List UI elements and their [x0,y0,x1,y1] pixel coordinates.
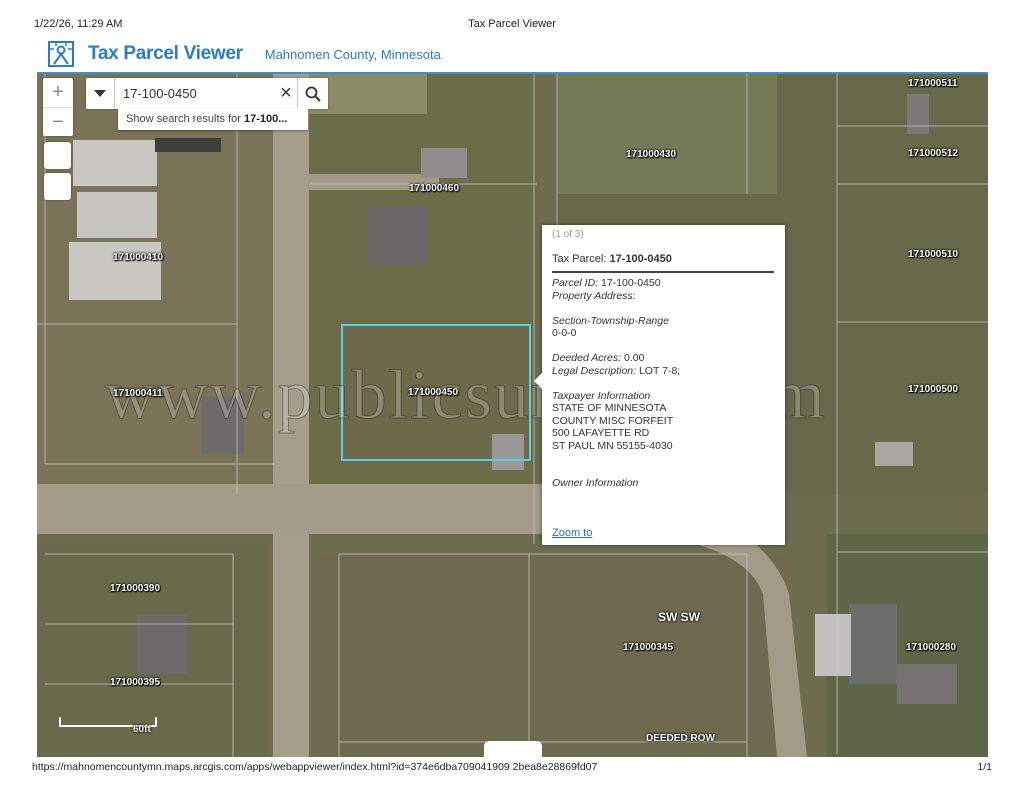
zoom-in-button[interactable]: + [43,78,73,107]
zoom-to-link[interactable]: Zoom to [552,527,592,539]
popup-title-value: 17-100-0450 [609,253,672,265]
search-icon [305,86,321,102]
parcel-label[interactable]: 171000450 [408,387,458,398]
taxpayer-line: 500 LAFAYETTE RD [552,427,650,439]
parcel-id-label: Parcel ID: [552,277,599,289]
parcel-label[interactable]: 171000511 [908,78,958,89]
popup-body: Parcel ID: 17-100-0450 Property Address:… [552,277,777,490]
parcel-label[interactable]: 171000500 [908,384,958,395]
taxpayer-line: STATE OF MINNESOTA [552,402,667,414]
parcel-logo-icon [48,41,74,67]
section-label: SW SW [658,610,700,624]
app-title: Tax Parcel Viewer [88,43,243,64]
clear-icon[interactable]: × [275,82,297,105]
deeded-acres-label: Deeded Acres: [552,352,622,364]
zoom-out-button[interactable]: − [43,107,73,137]
popup-title-label: Tax Parcel: [552,253,610,265]
scale-label: 60ft [133,724,151,735]
parcel-label[interactable]: 171000390 [110,583,160,594]
str-label: Section-Township-Range [552,314,669,327]
popup-pointer [534,373,542,389]
legal-description-label: Legal Description: [552,364,637,377]
search-button[interactable] [297,78,328,109]
parcel-label[interactable]: 171000410 [113,252,163,263]
parcel-label[interactable]: 171000460 [409,183,459,194]
map-view[interactable]: www.publicsurplus.com 171000511 17100043… [37,72,988,757]
parcel-id-value: 17-100-0450 [598,277,661,289]
suggestion-term: 17-100... [244,113,288,125]
taxpayer-label: Taxpayer Information [552,389,651,402]
print-header: 1/22/26, 11:29 AM Tax Parcel Viewer [34,18,990,32]
parcel-popup: (1 of 3) Tax Parcel: 17-100-0450 Parcel … [534,225,785,545]
taxpayer-line: COUNTY MISC FORFEIT [552,414,674,427]
popup-count: (1 of 3) [552,229,584,240]
parcel-label[interactable]: 171000345 [623,642,673,653]
caret-down-icon [94,89,106,97]
attribute-table-toggle[interactable] [484,741,542,757]
parcel-label[interactable]: 171000512 [908,148,958,159]
deeded-acres-value: 0.00 [621,352,645,364]
home-button[interactable] [44,142,71,169]
app-header: Tax Parcel Viewer Mahnomen County, Minne… [46,38,441,70]
suggestion-prefix: Show search results for [126,113,244,125]
property-address-label: Property Address: [552,289,636,302]
str-value: 0-0-0 [552,327,577,339]
print-url: https://mahnomencountymn.maps.arcgis.com… [32,761,598,773]
parcel-label[interactable]: 171000510 [908,249,958,260]
search-input[interactable] [115,79,275,108]
zoom-controls: + − [43,78,73,136]
print-page-number: 1/1 [977,761,992,773]
parcel-label[interactable]: 171000395 [110,677,160,688]
locate-button[interactable] [44,173,71,200]
popup-title: Tax Parcel: 17-100-0450 [552,253,774,273]
parcel-label[interactable]: 171000411 [113,388,163,399]
taxpayer-line: ST PAUL MN 55155-4030 [552,439,673,452]
legal-description-value: LOT 7-8; [636,364,681,377]
search-suggestion[interactable]: Show search results for 17-100... [118,108,308,130]
search-bar: × [86,78,328,109]
app-subtitle: Mahnomen County, Minnesota [264,46,441,62]
parcel-label[interactable]: 171000280 [906,642,956,653]
owner-info-label: Owner Information [552,477,639,489]
search-source-dropdown[interactable] [86,78,115,109]
parcel-label[interactable]: 171000430 [626,149,676,160]
print-title: Tax Parcel Viewer [468,18,556,30]
road-label: DEEDED ROW [646,733,715,744]
